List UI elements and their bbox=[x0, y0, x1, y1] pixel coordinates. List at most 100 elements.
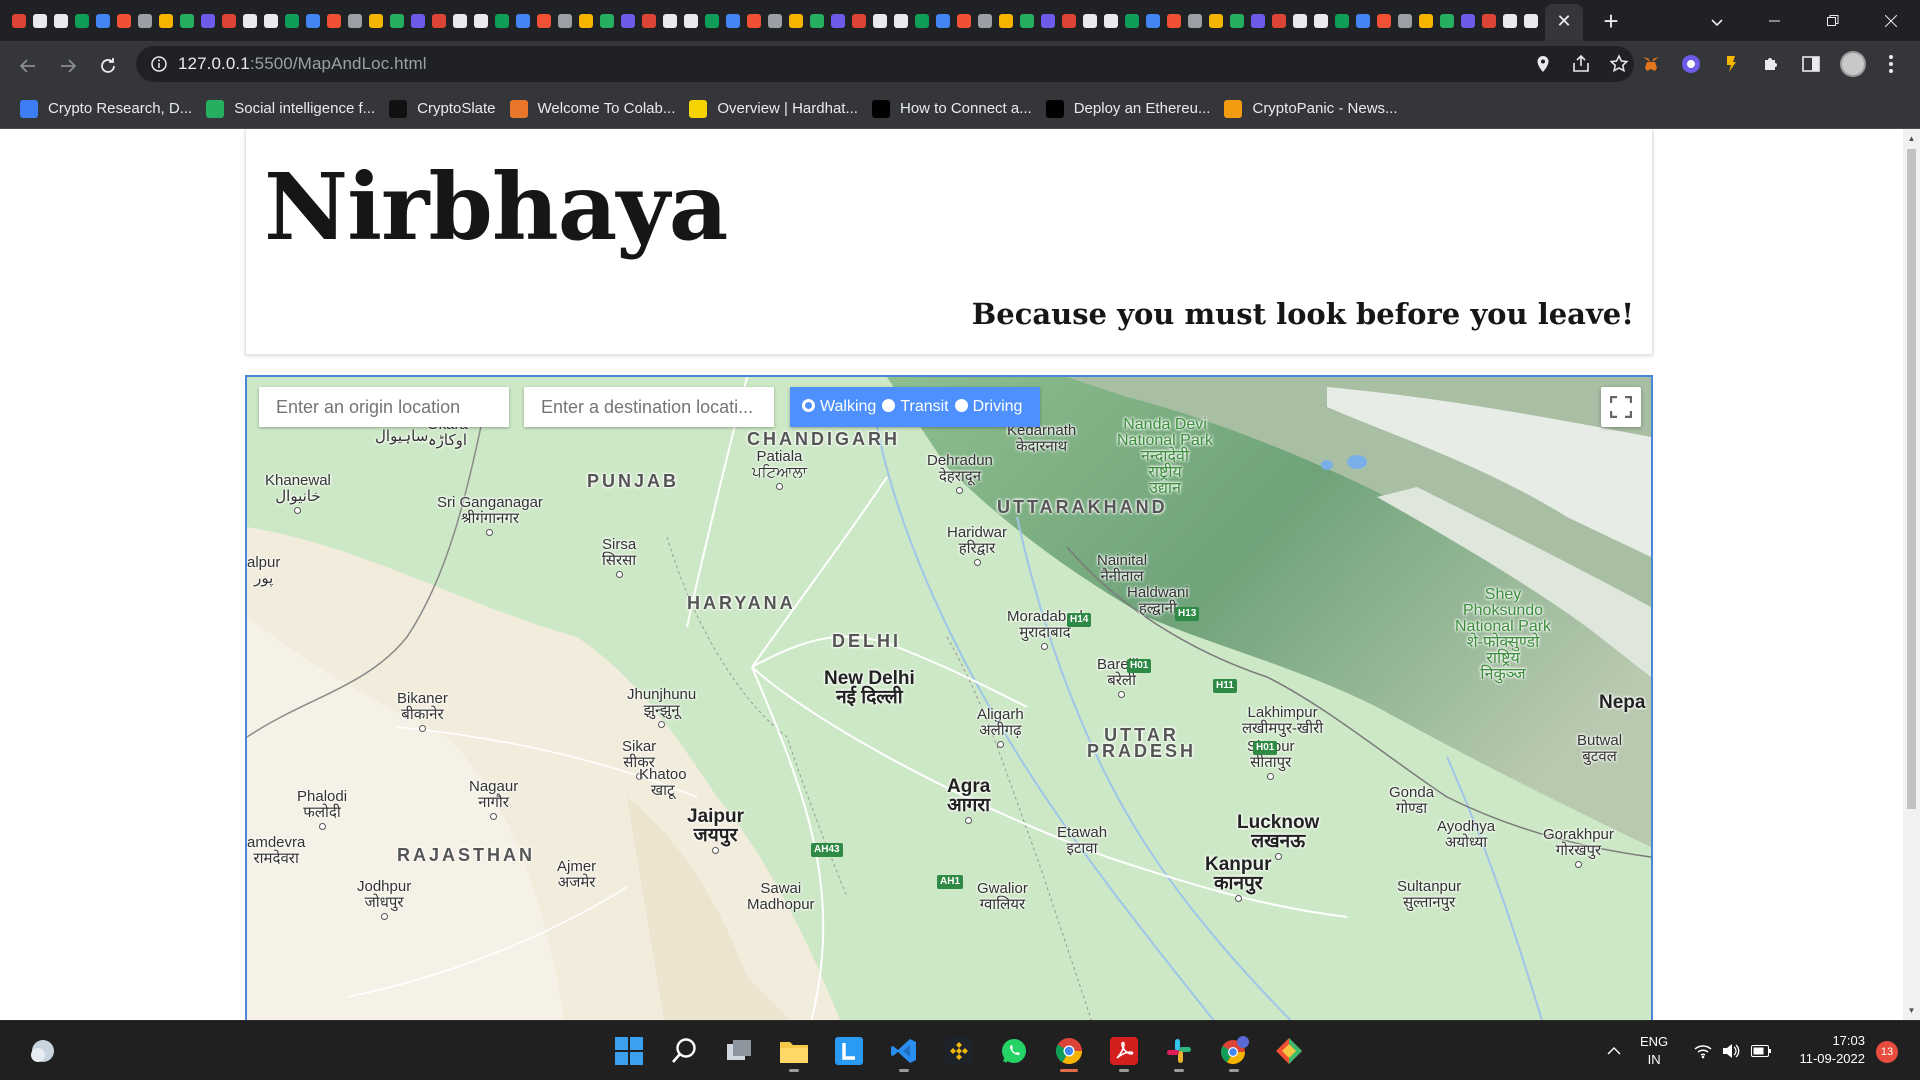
pinned-tab-favicon-icon[interactable] bbox=[1478, 10, 1499, 31]
pinned-tab-favicon-icon[interactable] bbox=[449, 10, 470, 31]
pinned-tab-favicon-icon[interactable] bbox=[344, 10, 365, 31]
input-language[interactable]: ENG IN bbox=[1640, 1033, 1668, 1069]
pinned-tab-favicon-icon[interactable] bbox=[197, 10, 218, 31]
pinned-tab-favicon-icon[interactable] bbox=[407, 10, 428, 31]
map-label-khanewal[interactable]: Khanewal خانیوال bbox=[265, 473, 331, 514]
extensions-puzzle-icon[interactable] bbox=[1760, 53, 1782, 75]
pinned-tab-favicon-icon[interactable] bbox=[953, 10, 974, 31]
map-label-ayodhya[interactable]: Ayodhya अयोध्या bbox=[1437, 819, 1495, 851]
task-view-icon[interactable] bbox=[719, 1031, 759, 1071]
map-label-uttar-pradesh[interactable]: UTTAR PRADESH bbox=[1087, 726, 1196, 760]
pinned-tab-favicon-icon[interactable] bbox=[533, 10, 554, 31]
extension-key-icon[interactable] bbox=[1720, 53, 1742, 75]
map-label-rajasthan[interactable]: RAJASTHAN bbox=[397, 846, 535, 864]
map-label-punjab[interactable]: PUNJAB bbox=[587, 472, 679, 490]
start-menu-icon[interactable] bbox=[609, 1031, 649, 1071]
pinned-tab-favicon-icon[interactable] bbox=[1184, 10, 1205, 31]
chrome-icon[interactable] bbox=[1049, 1031, 1089, 1072]
pinned-tab-favicon-icon[interactable] bbox=[1352, 10, 1373, 31]
forward-icon[interactable] bbox=[54, 52, 82, 80]
bookmark-item[interactable]: Welcome To Colab... bbox=[506, 95, 686, 123]
pinned-tab-favicon-icon[interactable] bbox=[29, 10, 50, 31]
pinned-tab-favicon-icon[interactable] bbox=[218, 10, 239, 31]
fullscreen-button[interactable] bbox=[1601, 387, 1641, 427]
radio-button[interactable] bbox=[882, 398, 896, 412]
map-label-jaipur[interactable]: Jaipur जयपुर bbox=[687, 807, 744, 854]
minimize-button[interactable] bbox=[1752, 6, 1798, 36]
travel-mode-walking[interactable]: Walking bbox=[802, 398, 876, 416]
pinned-tab-favicon-icon[interactable] bbox=[113, 10, 134, 31]
pinned-tab-favicon-icon[interactable] bbox=[1457, 10, 1478, 31]
map-label-shey[interactable]: Shey Phoksundo National Park शे-फोक्सुण्डो र… bbox=[1455, 587, 1551, 683]
map-label-nanda-devi[interactable]: Nanda Devi National Park नन्दादेवी राष्ट्री… bbox=[1117, 417, 1213, 497]
pinned-tab-favicon-icon[interactable] bbox=[1226, 10, 1247, 31]
search-icon[interactable] bbox=[664, 1031, 704, 1071]
pinned-tabs[interactable] bbox=[8, 10, 1548, 32]
pinned-tab-favicon-icon[interactable] bbox=[680, 10, 701, 31]
extension-purple-icon[interactable] bbox=[1680, 53, 1702, 75]
pinned-tab-favicon-icon[interactable] bbox=[974, 10, 995, 31]
map-label-gonda[interactable]: Gonda गोण्डा bbox=[1389, 785, 1434, 817]
weather-widget-icon[interactable] bbox=[22, 1031, 62, 1071]
side-panel-icon[interactable] bbox=[1800, 53, 1822, 75]
pinned-tab-favicon-icon[interactable] bbox=[932, 10, 953, 31]
radio-button[interactable] bbox=[954, 398, 968, 412]
map-label-delhi[interactable]: DELHI bbox=[832, 632, 901, 650]
scrollbar-thumb[interactable] bbox=[1907, 149, 1916, 809]
metamask-extension-icon[interactable] bbox=[1640, 53, 1662, 75]
map-label-alpur[interactable]: alpur پور bbox=[247, 555, 280, 587]
origin-input[interactable] bbox=[259, 387, 509, 427]
chrome-profile-icon[interactable] bbox=[1214, 1031, 1254, 1072]
page-scrollbar[interactable]: ▲ ▼ bbox=[1903, 129, 1920, 1020]
profile-avatar[interactable] bbox=[1840, 51, 1866, 77]
map-label-lakhimpur[interactable]: Lakhimpur लखीमपुर-खीरी bbox=[1242, 705, 1323, 737]
pinned-tab-favicon-icon[interactable] bbox=[638, 10, 659, 31]
map-label-new-delhi[interactable]: New Delhi नई दिल्ली bbox=[824, 669, 915, 707]
map-label-jodhpur[interactable]: Jodhpur जोधपुर bbox=[357, 879, 411, 920]
pinned-tab-favicon-icon[interactable] bbox=[806, 10, 827, 31]
pinned-tab-favicon-icon[interactable] bbox=[659, 10, 680, 31]
pinned-tab-favicon-icon[interactable] bbox=[134, 10, 155, 31]
pinned-tab-favicon-icon[interactable] bbox=[1289, 10, 1310, 31]
map-label-patiala[interactable]: Patiala ਪਟਿਆਲਾ bbox=[752, 449, 807, 490]
pinned-tab-favicon-icon[interactable] bbox=[470, 10, 491, 31]
pinned-tab-favicon-icon[interactable] bbox=[8, 10, 29, 31]
address-bar[interactable]: 127.0.0.1:5500/MapAndLoc.html bbox=[136, 46, 1634, 82]
map-label-sawai[interactable]: Sawai Madhopur bbox=[747, 881, 815, 913]
acrobat-icon[interactable] bbox=[1104, 1031, 1144, 1072]
pinned-tab-favicon-icon[interactable] bbox=[1163, 10, 1184, 31]
pinned-tab-favicon-icon[interactable] bbox=[302, 10, 323, 31]
whatsapp-icon[interactable] bbox=[994, 1031, 1034, 1071]
map-label-mdevra[interactable]: amdevra रामदेवरा bbox=[247, 835, 305, 867]
bookmark-star-icon[interactable] bbox=[1608, 53, 1630, 75]
bookmark-item[interactable]: CryptoSlate bbox=[385, 95, 505, 123]
vscode-icon[interactable] bbox=[884, 1031, 924, 1072]
pinned-tab-favicon-icon[interactable] bbox=[1310, 10, 1331, 31]
pinned-tab-favicon-icon[interactable] bbox=[1205, 10, 1226, 31]
bookmark-item[interactable]: Overview | Hardhat... bbox=[685, 95, 868, 123]
map-label-aligarh[interactable]: Aligarh अलीगढ़ bbox=[977, 707, 1024, 748]
share-icon[interactable] bbox=[1570, 53, 1592, 75]
pinned-tab-favicon-icon[interactable] bbox=[323, 10, 344, 31]
battery-icon[interactable] bbox=[1751, 1041, 1771, 1061]
system-clock[interactable]: 17:03 11-09-2022 bbox=[1790, 1032, 1865, 1068]
pinned-tab-favicon-icon[interactable] bbox=[554, 10, 575, 31]
chrome-menu-icon[interactable] bbox=[1880, 53, 1902, 75]
binance-icon[interactable] bbox=[939, 1031, 979, 1071]
pinned-tab-favicon-icon[interactable] bbox=[1121, 10, 1142, 31]
pinned-tab-favicon-icon[interactable] bbox=[1142, 10, 1163, 31]
reload-icon[interactable] bbox=[94, 52, 122, 80]
pinned-tab-favicon-icon[interactable] bbox=[1331, 10, 1352, 31]
map-label-khatoo[interactable]: Khatoo खाटू bbox=[639, 767, 687, 799]
location-icon[interactable] bbox=[1532, 53, 1554, 75]
git-client-icon[interactable] bbox=[1269, 1031, 1309, 1071]
destination-input[interactable] bbox=[524, 387, 774, 427]
tab-search-icon[interactable] bbox=[1705, 10, 1729, 34]
pinned-tab-favicon-icon[interactable] bbox=[743, 10, 764, 31]
map-label-agra[interactable]: Agra आगरा bbox=[947, 777, 990, 824]
notification-count-badge[interactable]: 13 bbox=[1876, 1041, 1898, 1063]
pinned-tab-favicon-icon[interactable] bbox=[1268, 10, 1289, 31]
map-label-nainital[interactable]: Nainital नैनीताल bbox=[1097, 553, 1147, 585]
tab-close-button[interactable]: ✕ bbox=[1551, 8, 1577, 34]
pinned-tab-favicon-icon[interactable] bbox=[596, 10, 617, 31]
